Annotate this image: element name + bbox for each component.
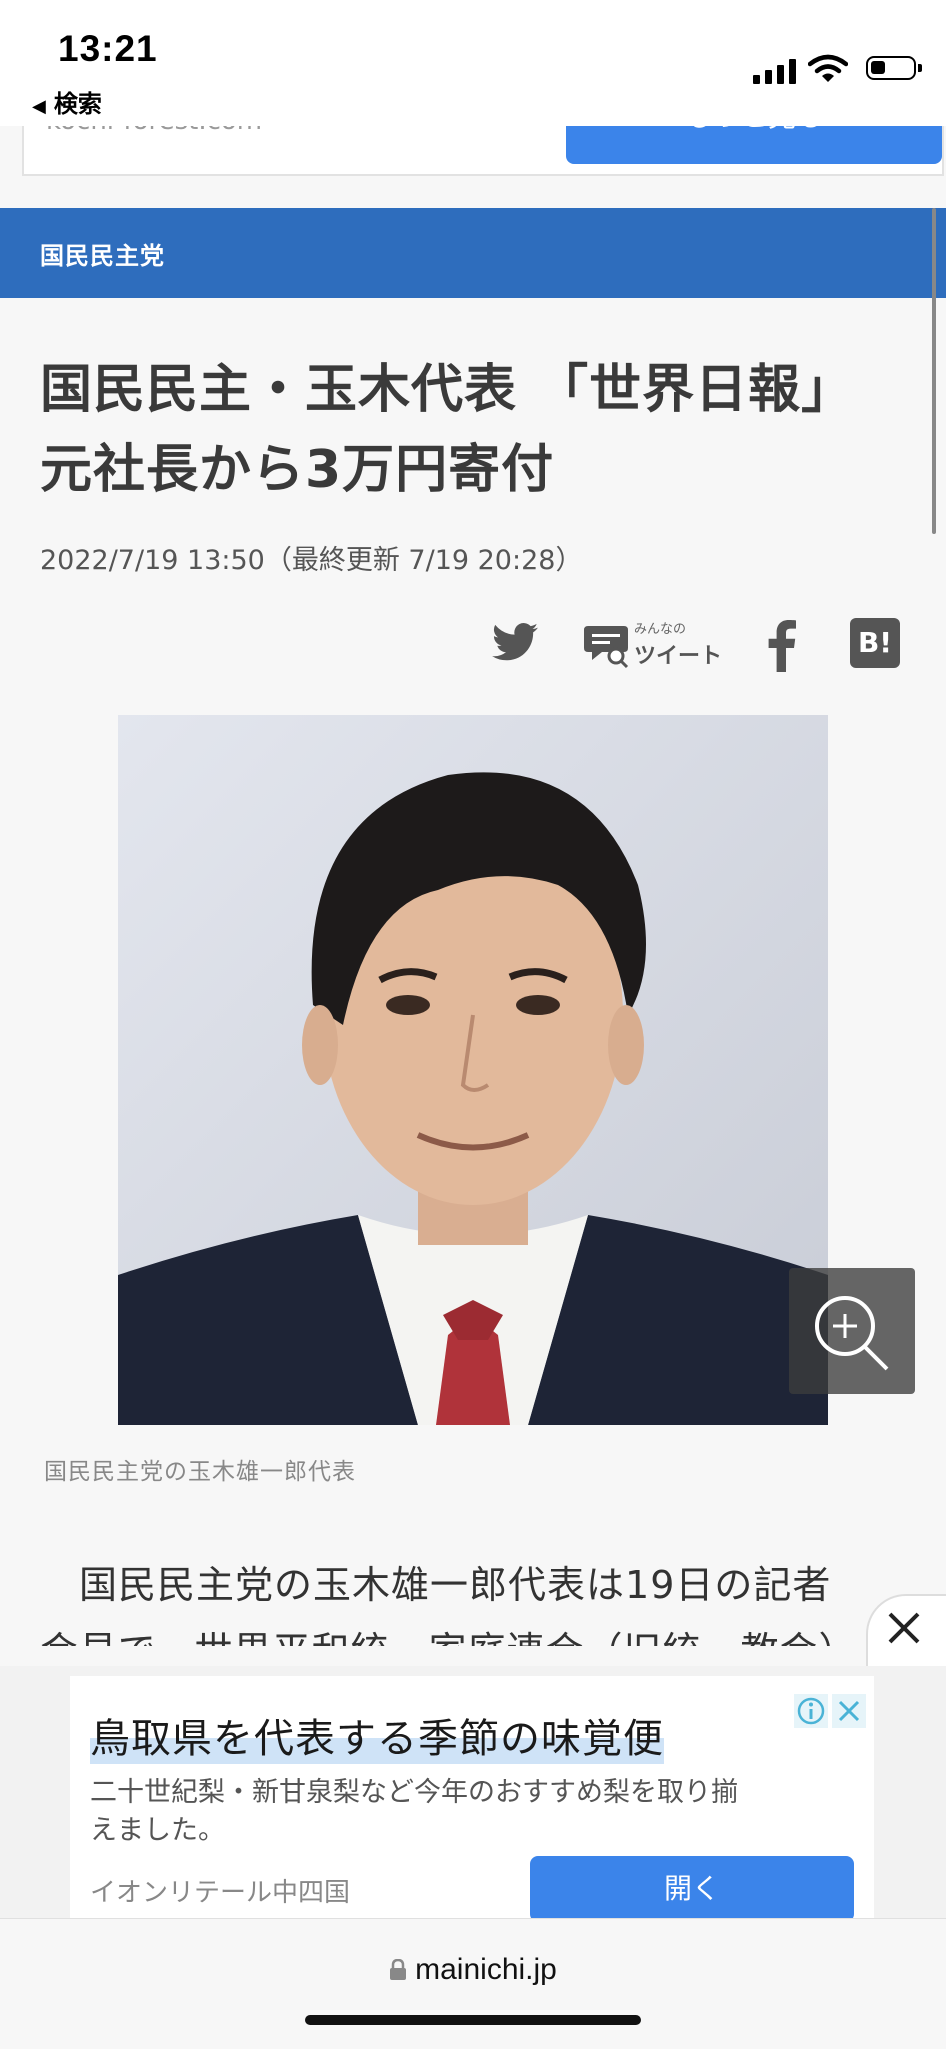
status-time: 13:21 — [58, 28, 158, 69]
article-headline: 国民民主・玉木代表 「世界日報」 元社長から3万円寄付 — [40, 350, 920, 510]
portrait-image — [118, 715, 828, 1425]
category-label[interactable]: 国民民主党 — [40, 236, 165, 271]
close-icon — [888, 1612, 920, 1644]
article-photo[interactable] — [118, 715, 828, 1425]
battery-icon — [866, 56, 922, 80]
ad-card[interactable]: 鳥取県を代表する季節の味覚便 二十世紀梨・新甘泉梨など今年のおすすめ梨を取り揃え… — [70, 1676, 874, 1922]
ad-close-icon[interactable] — [832, 1694, 866, 1728]
adchoices-info-icon[interactable] — [794, 1694, 828, 1728]
body-line-2: 会見で、世界平和統一家庭連合（旧統一教会） — [40, 1622, 920, 1646]
cellular-signal-icon — [753, 58, 796, 84]
back-to-search-link[interactable]: ◀ 検索 — [32, 84, 102, 119]
lock-icon — [390, 1958, 407, 1980]
zoom-button[interactable] — [789, 1268, 915, 1394]
address-domain[interactable]: mainichi.jp — [0, 1953, 946, 1987]
status-bar: 13:21 ◀ 検索 — [0, 0, 946, 126]
minna-main-label: ツイート — [634, 644, 723, 669]
headline-line-1: 国民民主・玉木代表 「世界日報」 — [40, 360, 855, 420]
twitter-icon[interactable] — [488, 618, 542, 668]
wifi-icon — [808, 54, 848, 82]
zoom-in-icon — [815, 1296, 889, 1371]
home-indicator[interactable] — [305, 2015, 641, 2025]
scrollbar[interactable] — [932, 208, 936, 534]
article-date: 2022/7/19 13:50（最終更新 7/19 20:28） — [40, 545, 583, 576]
minna-tweet-icon — [584, 626, 629, 669]
ad-title[interactable]: 鳥取県を代表する季節の味覚便 — [90, 1706, 664, 1764]
hatena-bookmark-button[interactable]: B! — [850, 618, 900, 668]
headline-line-2: 元社長から3万円寄付 — [40, 440, 555, 500]
minna-no-tweet-button[interactable]: みんなの ツイート — [582, 618, 722, 674]
category-bar: 国民民主党 — [0, 208, 946, 298]
domain-text: mainichi.jp — [415, 1953, 557, 1986]
close-ad-button[interactable] — [866, 1594, 946, 1668]
facebook-icon[interactable] — [758, 618, 802, 672]
ad-description: 二十世紀梨・新甘泉梨など今年のおすすめ梨を取り揃えました。 — [90, 1777, 738, 1846]
back-triangle-icon: ◀ — [32, 96, 46, 117]
bottom-ad-banner: 鳥取県を代表する季節の味覚便 二十世紀梨・新甘泉梨など今年のおすすめ梨を取り揃え… — [0, 1666, 946, 1922]
browser-address-bar[interactable]: mainichi.jp — [0, 1918, 946, 2049]
ad-open-button[interactable]: 開く — [530, 1856, 854, 1922]
back-label: 検索 — [53, 90, 102, 118]
minna-small-label: みんなの — [634, 622, 687, 637]
article-body: 国民民主党の玉木雄一郎代表は19日の記者 会見で、世界平和統一家庭連合（旧統一教… — [40, 1556, 920, 1646]
photo-caption: 国民民主党の玉木雄一郎代表 — [44, 1459, 356, 1485]
body-line-1: 国民民主党の玉木雄一郎代表は19日の記者 — [79, 1563, 832, 1607]
ad-sponsor: イオンリテール中四国 — [90, 1878, 351, 1908]
